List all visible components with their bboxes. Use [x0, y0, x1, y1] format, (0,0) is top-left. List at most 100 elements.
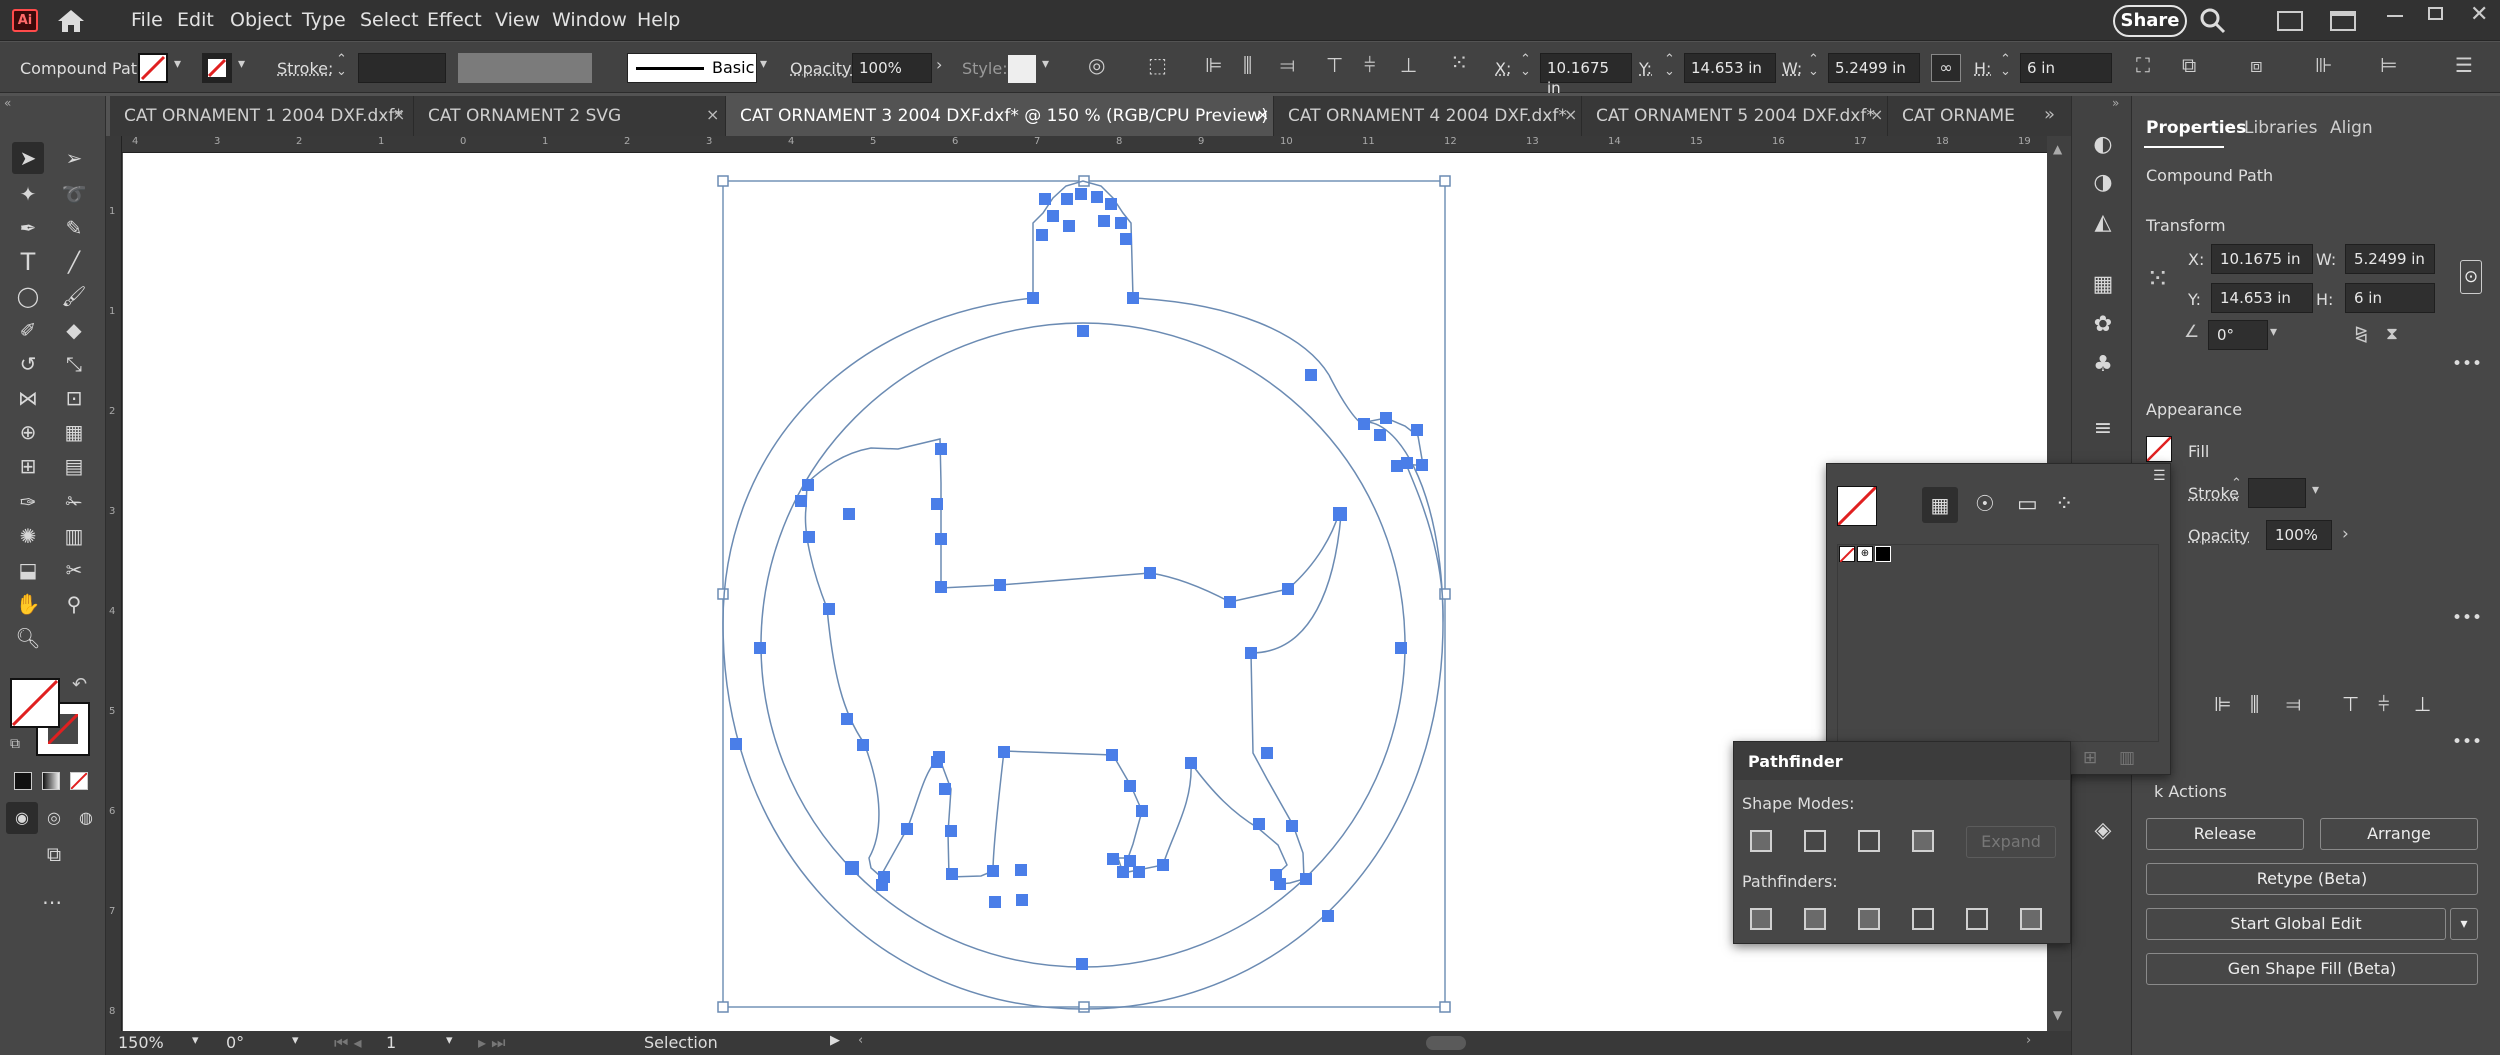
style-dropdown-icon[interactable]: ▾	[1042, 56, 1049, 72]
crop-icon[interactable]	[1912, 908, 1934, 930]
divide-icon[interactable]	[1750, 908, 1772, 930]
tab-cat-ornament-4[interactable]: CAT ORNAMENT 4 2004 DXF.dxf*	[1274, 96, 1582, 136]
align-top-icon[interactable]: ⊤	[2342, 692, 2359, 716]
eraser-tool-icon[interactable]: ◆	[58, 314, 90, 346]
close-icon[interactable]: ×	[1564, 105, 1577, 124]
artboard-number[interactable]: 1	[386, 1033, 396, 1052]
line-tool-icon[interactable]: ╱	[58, 246, 90, 278]
magic-wand-tool-icon[interactable]: ✦	[12, 178, 44, 210]
menu-view[interactable]: View	[495, 9, 540, 31]
layers-icon[interactable]: ◈	[2088, 818, 2118, 848]
close-icon[interactable]: ×	[706, 105, 719, 124]
width-tool-icon[interactable]: ⋈	[12, 382, 44, 414]
lasso-tool-icon[interactable]: ➰	[58, 178, 90, 210]
recolor-artwork-icon[interactable]: ◎	[1088, 53, 1105, 77]
collapse-tools-icon[interactable]: «	[4, 96, 11, 110]
ellipse-tool-icon[interactable]: ◯	[12, 280, 44, 312]
type-tool-icon[interactable]: T	[12, 246, 44, 278]
draw-inside-icon[interactable]: ◍	[70, 802, 102, 834]
align-top-icon[interactable]: ⊤	[1326, 53, 1343, 77]
close-window-icon[interactable]: ✕	[2470, 2, 2488, 27]
rotation-dropdown-icon[interactable]: ▾	[292, 1033, 299, 1048]
hscroll-right-icon[interactable]: ›	[2026, 1033, 2031, 1048]
brush-definition[interactable]: Basic	[627, 53, 757, 83]
scroll-up-icon[interactable]: ▲	[2053, 142, 2062, 156]
global-edit-options-icon[interactable]: ▾	[2450, 908, 2478, 940]
share-button[interactable]: Share	[2113, 5, 2187, 37]
eyedropper-tool-icon[interactable]: ✑	[12, 486, 44, 518]
direct-selection-tool-icon[interactable]: ➢	[58, 142, 90, 174]
arrange-documents-icon[interactable]	[2330, 11, 2356, 31]
zoom-glass-icon[interactable]: 🔍︎	[12, 622, 44, 654]
free-transform-tool-icon[interactable]: ⊡	[58, 382, 90, 414]
menu-select[interactable]: Select	[360, 9, 419, 31]
h-field[interactable]: 6 in	[2345, 283, 2435, 313]
fill-dropdown-icon[interactable]: ▾	[174, 56, 181, 72]
release-button[interactable]: Release	[2146, 818, 2304, 850]
y-field[interactable]: 14.653 in	[2211, 283, 2313, 313]
menu-type[interactable]: Type	[302, 9, 346, 31]
tab-cat-ornament-2[interactable]: CAT ORNAMENT 2 SVG FILLED.svg*	[414, 96, 726, 166]
w-stepper-icon[interactable]: ⌃ ⌄	[1808, 53, 1819, 78]
selection-tool-icon[interactable]: ➤	[12, 142, 44, 174]
transform-more-icon[interactable]: •••	[2452, 354, 2482, 374]
show-swatch-kinds-icon[interactable]: ▦	[1922, 487, 1958, 523]
screen-mode-icon[interactable]: ⧉	[38, 838, 70, 870]
mesh-tool-icon[interactable]: ⊞	[12, 450, 44, 482]
swatches-panel-icon[interactable]: ▦	[2088, 272, 2118, 302]
opacity-arrow-icon[interactable]: ›	[936, 55, 942, 74]
w-field[interactable]: 5.2499 in	[2345, 244, 2435, 274]
tabs-overflow-icon[interactable]: »	[2044, 104, 2055, 125]
shape-builder-tool-icon[interactable]: ⊕	[12, 416, 44, 448]
blend-tool-icon[interactable]: ✁	[58, 486, 90, 518]
tab-align[interactable]: Align	[2330, 118, 2373, 138]
scroll-down-icon[interactable]: ▼	[2053, 1008, 2062, 1022]
opacity-field[interactable]: 100%	[852, 53, 932, 83]
default-fill-stroke-icon[interactable]: ⧉	[10, 736, 20, 752]
rotation-value[interactable]: 0°	[226, 1033, 244, 1052]
distribute-icon[interactable]: ⊨	[2380, 53, 2397, 77]
x-stepper-icon[interactable]: ⌃ ⌄	[1520, 53, 1531, 78]
y-field[interactable]: 14.653 in	[1684, 53, 1776, 83]
zoom-level[interactable]: 150%	[118, 1033, 164, 1052]
collapse-dock-icon[interactable]: »	[2112, 96, 2119, 110]
minus-front-icon[interactable]	[1804, 830, 1826, 852]
retype-beta-button[interactable]: Retype (Beta)	[2146, 863, 2478, 895]
zoom-tool-icon[interactable]: ⚲	[58, 588, 90, 620]
color-swatches-icon[interactable]: ☉	[1975, 492, 1995, 517]
hscroll-left-icon[interactable]: ‹	[858, 1033, 863, 1048]
align-right-icon[interactable]: ⫤	[2286, 692, 2301, 716]
swatches-fill-indicator[interactable]	[1836, 485, 1878, 527]
pattern-swatches-icon[interactable]: ⁘	[2055, 492, 2073, 517]
tab-cat-ornament-overflow[interactable]: CAT ORNAME	[1888, 96, 2030, 136]
rotate-tool-icon[interactable]: ↺	[12, 348, 44, 380]
artboard-dropdown-icon[interactable]: ▾	[446, 1033, 453, 1048]
exclude-icon[interactable]	[1912, 830, 1934, 852]
align-right-icon[interactable]: ⫤	[1280, 53, 1295, 77]
tab-libraries[interactable]: Libraries	[2244, 118, 2317, 138]
close-icon[interactable]: ×	[1256, 105, 1269, 124]
x-field[interactable]: 10.1675 in	[2211, 244, 2313, 274]
fill-color-box[interactable]	[10, 678, 60, 728]
draw-behind-icon[interactable]: ◎	[38, 802, 70, 834]
new-swatch-icon[interactable]: ⊞	[2083, 748, 2097, 768]
search-icon[interactable]	[2200, 8, 2226, 39]
opacity-field[interactable]: 100%	[2266, 520, 2332, 550]
outline-icon[interactable]	[1966, 908, 1988, 930]
y-stepper-icon[interactable]: ⌃ ⌄	[1664, 53, 1675, 78]
artboard-nav-first-icon[interactable]: ⏮ ◂	[334, 1033, 362, 1053]
opacity-arrow-icon[interactable]: ›	[2342, 524, 2349, 544]
stroke-stepper-icon[interactable]: ⌃ ⌄	[2231, 477, 2242, 502]
zoom-dropdown-icon[interactable]: ▾	[192, 1033, 199, 1048]
gen-shape-fill-button[interactable]: Gen Shape Fill (Beta)	[2146, 953, 2478, 985]
stroke-weight-stepper-icon[interactable]: ⌃ ⌄	[336, 53, 347, 78]
transform-icon[interactable]: ⛶	[2136, 53, 2150, 77]
reference-point-icon[interactable]: ⁙	[2146, 262, 2169, 295]
appearance-more-icon[interactable]: •••	[2452, 608, 2482, 628]
align-vcenter-icon[interactable]: ⫩	[2378, 692, 2389, 716]
trim-icon[interactable]	[1804, 908, 1826, 930]
stroke-dropdown-icon[interactable]: ▾	[2312, 482, 2319, 498]
gradient-swatches-icon[interactable]: ▭	[2017, 492, 2038, 517]
flip-vertical-icon[interactable]: ⧗	[2386, 324, 2398, 344]
align-left-icon[interactable]: ⊫	[2214, 692, 2231, 716]
